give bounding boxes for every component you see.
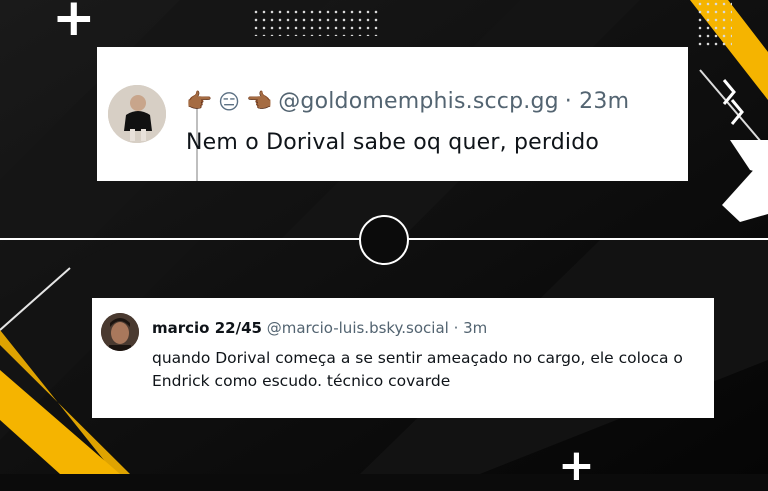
avatar-photo — [101, 313, 139, 351]
post-card-2: marcio 22/45 @marcio-luis.bsky.social · … — [92, 298, 714, 418]
circle-icon — [359, 215, 409, 265]
plus-icon: + — [52, 0, 96, 48]
pointing-left-icon: 👈🏾 — [246, 89, 273, 113]
user-name[interactable]: marcio 22/45 — [152, 319, 262, 337]
avatar[interactable] — [108, 85, 166, 143]
post-text: Nem o Dorival sabe oq quer, perdido — [186, 130, 600, 155]
post-time[interactable]: · 23m — [565, 89, 629, 114]
post-text: quando Dorival começa a se sentir ameaça… — [152, 349, 683, 390]
user-handle[interactable]: @marcio-luis.bsky.social — [267, 319, 449, 337]
dot-grid-decoration — [696, 0, 732, 48]
user-handle[interactable]: @goldomemphis.sccp.gg — [278, 89, 559, 114]
expressionless-face-icon: 😑 — [218, 89, 241, 114]
post-header: marcio 22/45 @marcio-luis.bsky.social · … — [152, 319, 487, 337]
pointing-right-icon: 👉🏾 — [186, 89, 213, 113]
avatar-photo — [108, 85, 166, 143]
plus-icon: + — [558, 440, 595, 491]
post-time[interactable]: · 3m — [449, 319, 488, 337]
dot-grid-decoration — [252, 8, 380, 36]
post-header: 👉🏾 😑 👈🏾 @goldomemphis.sccp.gg · 23m — [186, 89, 629, 114]
post-card-1: 👉🏾 😑 👈🏾 @goldomemphis.sccp.gg · 23m Nem … — [97, 47, 688, 181]
avatar[interactable] — [101, 313, 139, 351]
